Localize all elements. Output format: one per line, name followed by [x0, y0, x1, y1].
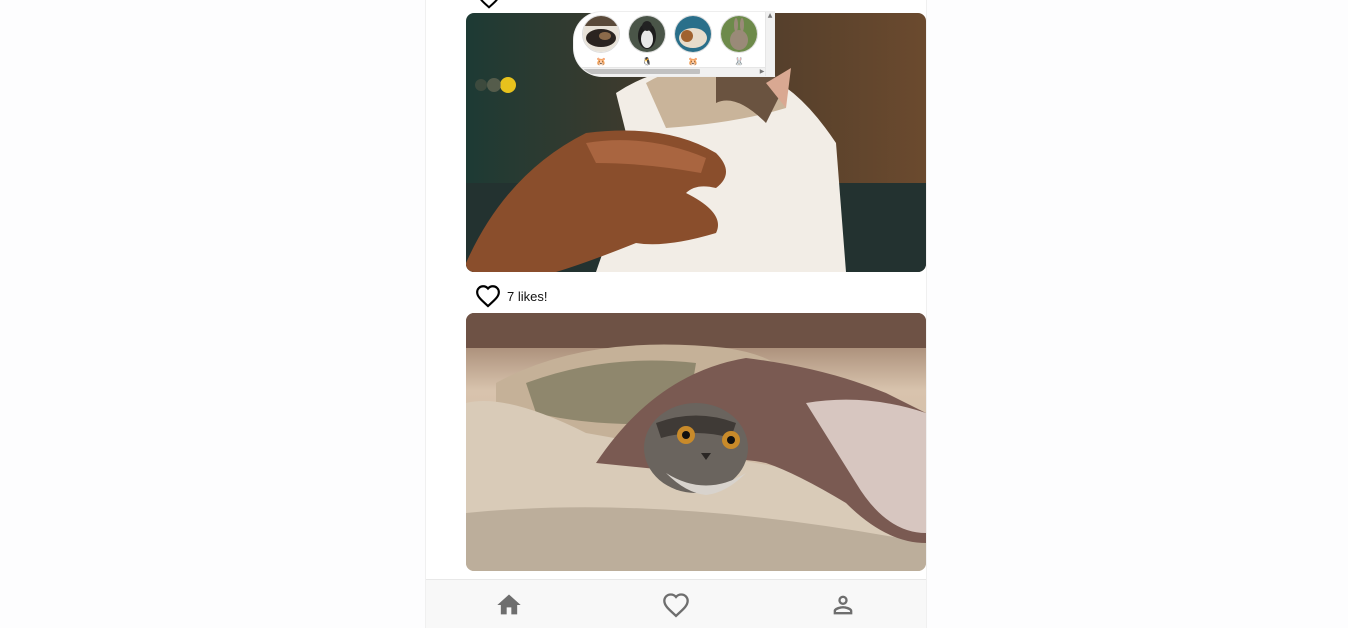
- rabbit-avatar: [720, 15, 758, 53]
- bottom-navigation: [426, 579, 926, 628]
- story-emoji: 🐹: [688, 57, 698, 66]
- story-emoji: 🐧: [642, 57, 652, 66]
- heart-outline-icon[interactable]: [474, 283, 502, 309]
- post-photo: [466, 313, 926, 571]
- story-item[interactable]: 🐧: [628, 12, 666, 67]
- hamster-avatar: [582, 15, 620, 53]
- likes-count: 7 likes!: [507, 288, 548, 304]
- story-item[interactable]: 🐰: [720, 12, 758, 67]
- stories-track: 🐹 🐧 🐹 🐰: [574, 12, 774, 67]
- scrollbar-thumb[interactable]: [582, 69, 700, 74]
- person-icon: [833, 595, 853, 614]
- heart-outline-icon[interactable]: [476, 0, 502, 10]
- story-item[interactable]: 🐹: [582, 12, 620, 67]
- vertical-scrollbar[interactable]: ▲: [765, 12, 774, 76]
- home-icon: [497, 594, 521, 614]
- app-container: 7 likes! 🐹 🐧 🐹 🐰 ◀ ▶ ▲: [425, 0, 927, 628]
- scroll-up-arrow-icon[interactable]: ▲: [766, 12, 774, 20]
- stories-strip[interactable]: 🐹 🐧 🐹 🐰 ◀ ▶ ▲: [574, 12, 774, 76]
- nav-favorites[interactable]: [593, 580, 760, 628]
- scroll-left-arrow-icon[interactable]: ◀: [574, 68, 582, 76]
- cat-under-blanket-photo: [466, 313, 926, 571]
- story-emoji: 🐰: [734, 57, 744, 66]
- horizontal-scrollbar[interactable]: ◀ ▶: [574, 67, 766, 76]
- nav-home[interactable]: [426, 580, 593, 628]
- heart-outline-icon: [663, 592, 689, 617]
- nav-profile[interactable]: [759, 580, 926, 628]
- penguin-avatar: [628, 15, 666, 53]
- guinea-pig-avatar: [674, 15, 712, 53]
- story-item[interactable]: 🐹: [674, 12, 712, 67]
- story-emoji: 🐹: [596, 57, 606, 66]
- post-like-row: 7 likes!: [474, 282, 547, 310]
